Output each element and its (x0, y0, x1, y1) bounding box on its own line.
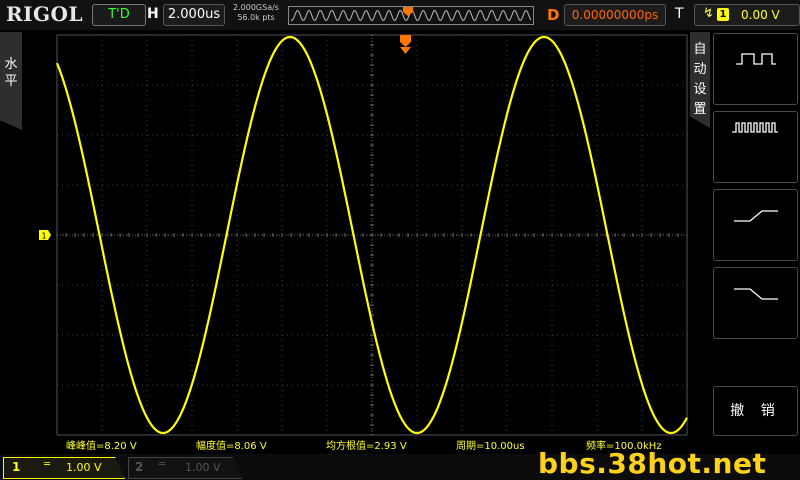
channel1-offset-marker[interactable]: 1 (39, 230, 51, 241)
channel2-scale: 1.00 V (185, 461, 221, 474)
memory-waveform-preview (290, 7, 532, 22)
delay-label: D (547, 6, 560, 24)
memory-overview-strip (288, 6, 534, 25)
multi-period-button[interactable] (713, 111, 798, 183)
trigger-position-marker-icon (400, 35, 411, 54)
rising-edge-button[interactable] (713, 189, 798, 261)
top-status-bar: RIGOL T'D H 2.000us 2.000GSa/s 56.0k pts… (0, 0, 800, 30)
single-period-button[interactable] (713, 33, 798, 105)
trigger-position-icon (403, 7, 413, 16)
waveform-display[interactable]: 1 (0, 30, 690, 452)
delay-value[interactable]: 0.00000000ps (564, 4, 666, 26)
channel2-status[interactable]: 2 ═ 1.00 V (128, 457, 242, 479)
watermark-text: bbs.38hot.net (538, 447, 767, 480)
multi-period-icon (732, 122, 778, 133)
dc-coupling-icon: ═ (159, 459, 166, 470)
channel2-number: 2 (135, 460, 144, 474)
measurement-vpp: 峰峰值=8.20 V (66, 441, 137, 452)
measurement-period: 周期=10.00us (456, 441, 525, 452)
rising-edge-trigger-icon: ↯ (703, 6, 714, 21)
autoset-menu-title: 自动设置 (690, 32, 710, 128)
trigger-source-badge: 1 (717, 8, 729, 21)
measurement-vrms: 均方根值=2.93 V (326, 441, 407, 452)
channel1-number: 1 (12, 460, 21, 474)
channel1-status[interactable]: 1 ═ 1.00 V (3, 457, 125, 479)
cancel-button[interactable]: 撤 销 (713, 386, 798, 436)
memory-depth: 56.0k pts (237, 13, 275, 22)
trigger-level: 0.00 V (741, 8, 780, 22)
run-status-indicator[interactable]: T'D (92, 4, 146, 26)
dc-coupling-icon: ═ (44, 459, 51, 470)
channel1-marker-label: 1 (41, 232, 46, 241)
rigol-logo: RIGOL (6, 2, 84, 26)
falling-edge-button[interactable] (713, 267, 798, 339)
trigger-label: T (675, 6, 684, 22)
acquisition-info: 2.000GSa/s 56.0k pts (228, 3, 284, 23)
measurement-vamp: 幅度值=8.06 V (196, 441, 267, 452)
horizontal-label: H (147, 6, 159, 22)
rising-edge-icon (734, 210, 778, 222)
single-period-icon (736, 53, 776, 65)
trigger-settings[interactable]: ↯ 1 0.00 V (694, 4, 800, 26)
falling-edge-icon (734, 288, 778, 300)
sample-rate: 2.000GSa/s (233, 3, 279, 12)
autoset-title-label: 自动设置 (693, 42, 707, 117)
channel1-scale: 1.00 V (66, 461, 102, 474)
timebase-value[interactable]: 2.000us (163, 4, 225, 26)
graticule-grid (56, 34, 688, 436)
